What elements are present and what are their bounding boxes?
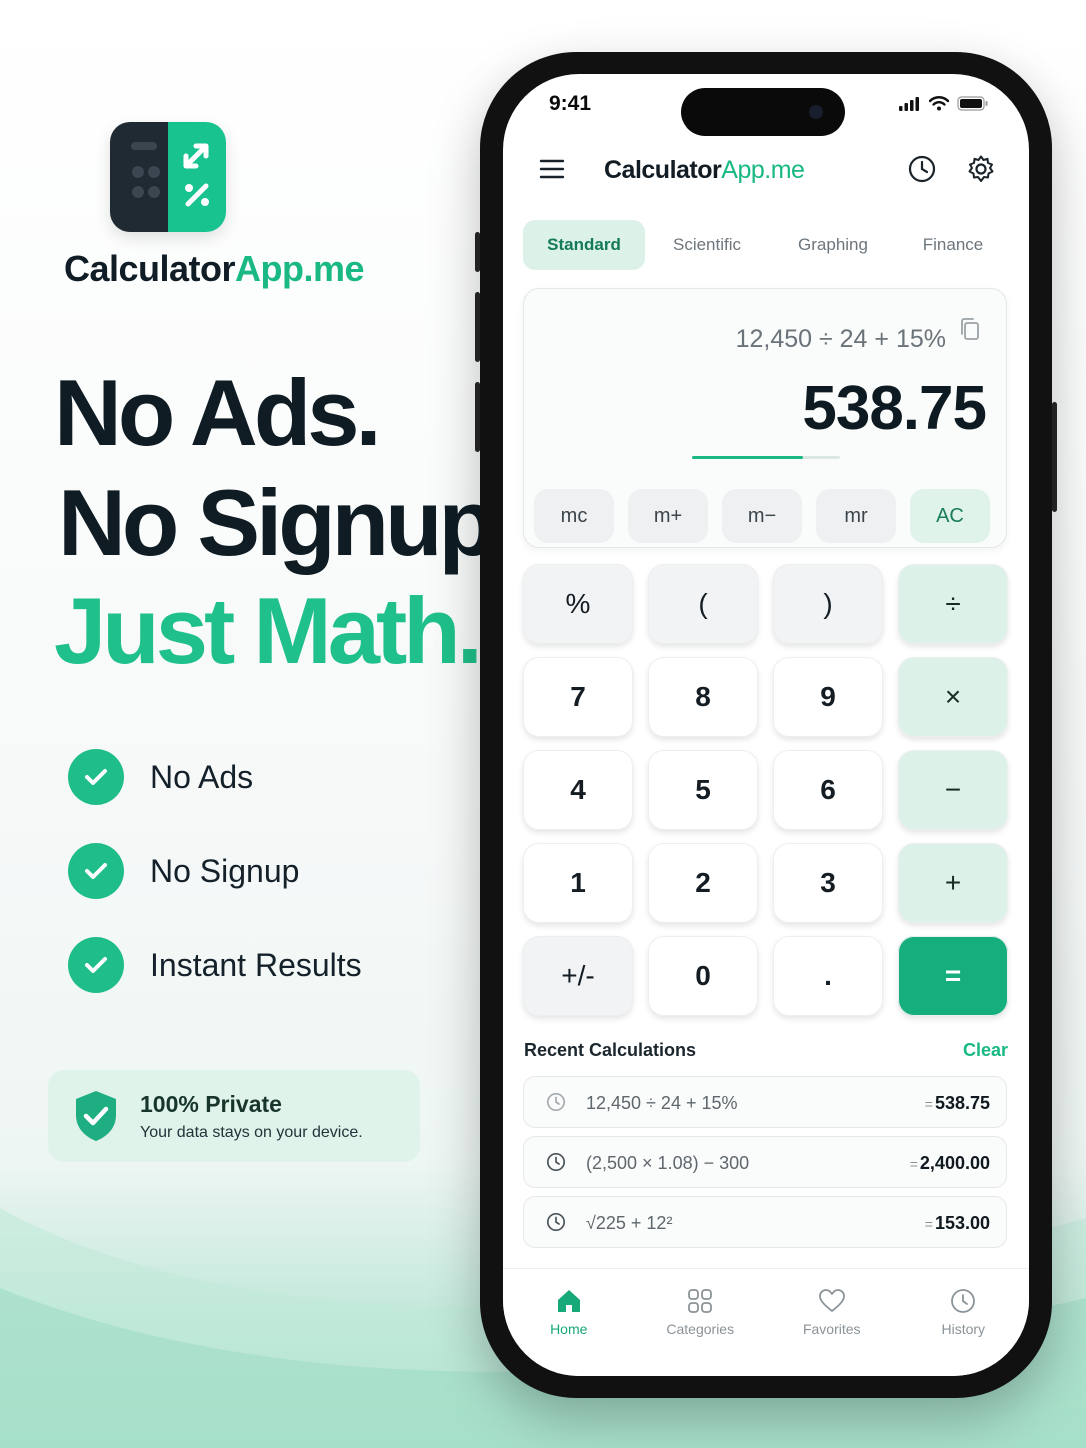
recent-expression: √225 + 12² bbox=[586, 1213, 673, 1233]
brand-name: CalculatorApp.me bbox=[64, 248, 365, 289]
keypad: % ( ) ÷ 7 8 9 × 4 5 6 − 1 2 3 + +/- 0 . … bbox=[523, 564, 1008, 1016]
recent-result: = 2,400.00 bbox=[909, 1153, 990, 1173]
digit-1-key[interactable]: 1 bbox=[523, 843, 633, 923]
history-icon bbox=[951, 1289, 976, 1313]
open-paren-key[interactable]: ( bbox=[648, 564, 758, 644]
tab-standard[interactable]: Standard bbox=[523, 220, 645, 270]
nav-label: Favorites bbox=[802, 1321, 861, 1337]
digit-2-key[interactable]: 2 bbox=[648, 843, 758, 923]
battery-icon bbox=[957, 96, 988, 111]
app-logo bbox=[110, 122, 226, 232]
nav-label: History bbox=[941, 1321, 986, 1337]
privacy-card: 100% Private Your data stays on your dev… bbox=[48, 1070, 420, 1162]
decimal-key[interactable]: . bbox=[773, 936, 883, 1016]
logo-keypad-icon bbox=[131, 142, 160, 198]
percent-key[interactable]: % bbox=[523, 564, 633, 644]
bottom-nav: Home Categories Favorites History bbox=[503, 1268, 1029, 1376]
recent-item[interactable]: 12,450 ÷ 24 + 15% = 538.75 bbox=[523, 1076, 1007, 1128]
wifi-icon bbox=[929, 96, 949, 111]
heart-icon bbox=[818, 1289, 845, 1312]
nav-label: Home bbox=[550, 1321, 588, 1337]
memory-add-button[interactable]: m+ bbox=[628, 489, 708, 543]
clear-history-button[interactable]: Clear bbox=[963, 1040, 1008, 1061]
dynamic-island bbox=[681, 88, 845, 136]
feature-item: No Signup bbox=[68, 843, 299, 899]
memory-subtract-button[interactable]: m− bbox=[722, 489, 802, 543]
display-card: 12,450 ÷ 24 + 15% 538.75 mc m+ m− mr AC bbox=[523, 288, 1007, 548]
tab-scientific[interactable]: Scientific bbox=[645, 220, 769, 270]
headline-line-3: Just Math. bbox=[54, 578, 483, 683]
recent-header: Recent Calculations Clear bbox=[524, 1040, 1008, 1064]
feature-label: No Signup bbox=[150, 852, 300, 889]
copy-icon[interactable] bbox=[958, 317, 980, 341]
home-icon bbox=[557, 1290, 580, 1312]
tab-finance[interactable]: Finance bbox=[897, 220, 1009, 270]
recent-list: 12,450 ÷ 24 + 15% = 538.75 (2,500 × 1.08)… bbox=[523, 1076, 1007, 1256]
history-icon[interactable] bbox=[907, 154, 937, 184]
signal-icon bbox=[899, 96, 919, 111]
check-icon bbox=[68, 843, 124, 899]
recent-expression: 12,450 ÷ 24 + 15% bbox=[586, 1093, 738, 1113]
logo-math-icon bbox=[183, 143, 209, 207]
sign-toggle-key[interactable]: +/- bbox=[523, 936, 633, 1016]
all-clear-button[interactable]: AC bbox=[910, 489, 990, 543]
multiply-key[interactable]: × bbox=[898, 657, 1008, 737]
progress-bar bbox=[692, 456, 840, 459]
memory-clear-button[interactable]: mc bbox=[534, 489, 614, 543]
digit-8-key[interactable]: 8 bbox=[648, 657, 758, 737]
memory-row: mc m+ m− mr AC bbox=[534, 489, 996, 543]
expression-text: 12,450 ÷ 24 + 15% bbox=[735, 325, 946, 353]
nav-categories[interactable]: Categories bbox=[635, 1269, 767, 1376]
progress-fill bbox=[692, 456, 803, 459]
headline-line-1: No Ads. bbox=[54, 360, 382, 465]
plus-key[interactable]: + bbox=[898, 843, 1008, 923]
app-header: CalculatorApp.me bbox=[503, 146, 1029, 196]
mode-tabs: Standard Scientific Graphing Finance bbox=[523, 220, 1009, 270]
close-paren-key[interactable]: ) bbox=[773, 564, 883, 644]
digit-4-key[interactable]: 4 bbox=[523, 750, 633, 830]
status-icons bbox=[899, 96, 989, 111]
nav-history[interactable]: History bbox=[898, 1269, 1030, 1376]
digit-6-key[interactable]: 6 bbox=[773, 750, 883, 830]
shield-check-icon bbox=[76, 1091, 116, 1141]
divide-key[interactable]: ÷ bbox=[898, 564, 1008, 644]
tab-graphing[interactable]: Graphing bbox=[769, 220, 897, 270]
status-time: 9:41 bbox=[549, 92, 592, 115]
gear-icon[interactable] bbox=[966, 154, 996, 184]
check-icon bbox=[68, 937, 124, 993]
recent-expression: (2,500 × 1.08) − 300 bbox=[586, 1153, 750, 1173]
recent-result: = 538.75 bbox=[924, 1093, 990, 1113]
recent-title: Recent Calculations bbox=[524, 1040, 697, 1060]
digit-3-key[interactable]: 3 bbox=[773, 843, 883, 923]
clock-icon bbox=[546, 1212, 566, 1232]
phone-screen: 9:41 CalculatorApp.me Standard Scientifi… bbox=[503, 74, 1029, 1376]
check-icon bbox=[68, 749, 124, 805]
clock-icon bbox=[546, 1092, 566, 1112]
header-title: CalculatorApp.me bbox=[604, 156, 805, 184]
digit-7-key[interactable]: 7 bbox=[523, 657, 633, 737]
equals-key[interactable]: = bbox=[898, 936, 1008, 1016]
privacy-subtitle: Your data stays on your device. bbox=[140, 1123, 363, 1141]
digit-5-key[interactable]: 5 bbox=[648, 750, 758, 830]
feature-item: Instant Results bbox=[68, 937, 362, 993]
feature-label: Instant Results bbox=[150, 946, 362, 983]
nav-favorites[interactable]: Favorites bbox=[766, 1269, 898, 1376]
minus-key[interactable]: − bbox=[898, 750, 1008, 830]
digit-9-key[interactable]: 9 bbox=[773, 657, 883, 737]
recent-result: = 153.00 bbox=[924, 1213, 990, 1233]
feature-item: No Ads bbox=[68, 749, 253, 805]
digit-0-key[interactable]: 0 bbox=[648, 936, 758, 1016]
memory-recall-button[interactable]: mr bbox=[816, 489, 896, 543]
privacy-title: 100% Private bbox=[140, 1090, 282, 1117]
result-value: 538.75 bbox=[802, 374, 987, 443]
recent-item[interactable]: (2,500 × 1.08) − 300 = 2,400.00 bbox=[523, 1136, 1007, 1188]
nav-home[interactable]: Home bbox=[503, 1269, 635, 1376]
grid-icon bbox=[688, 1289, 713, 1313]
nav-label: Categories bbox=[666, 1321, 735, 1337]
recent-item[interactable]: √225 + 12² = 153.00 bbox=[523, 1196, 1007, 1248]
headline-line-2: No Signup. bbox=[58, 470, 518, 575]
feature-label: No Ads bbox=[150, 758, 254, 795]
clock-icon bbox=[546, 1152, 566, 1172]
menu-icon[interactable] bbox=[539, 158, 565, 180]
